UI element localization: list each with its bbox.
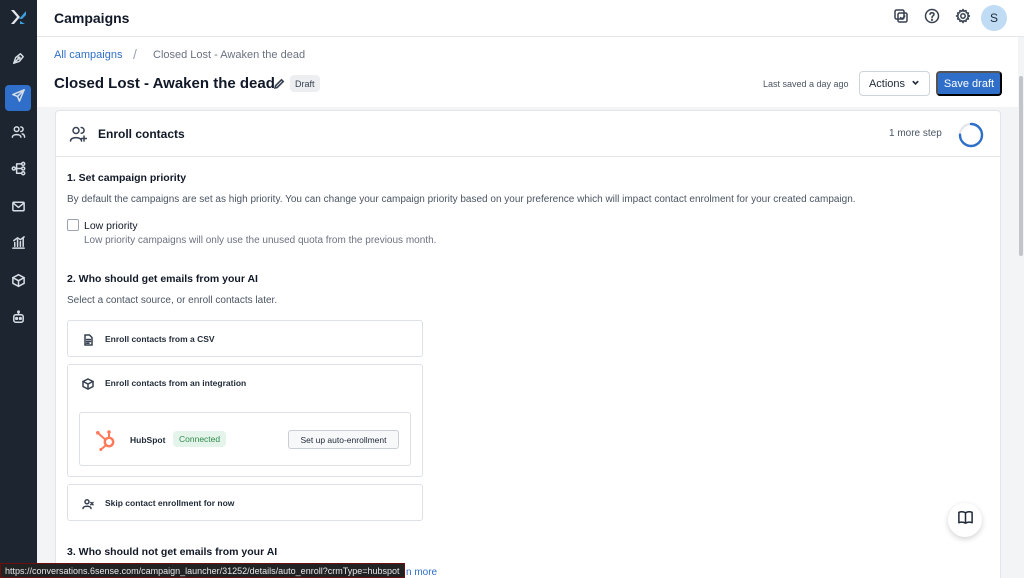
- card-header: Enroll contacts 1 more step: [56, 111, 1000, 157]
- package-icon: [11, 273, 26, 293]
- chart-icon: [11, 235, 26, 255]
- user-plus-icon: [69, 125, 88, 143]
- hubspot-name: HubSpot: [130, 435, 166, 445]
- help-icon: [924, 8, 940, 29]
- actions-label: Actions: [868, 77, 906, 90]
- actions-dropdown[interactable]: Actions: [859, 71, 930, 96]
- section-recipients-title: 2. Who should get emails from your AI: [67, 273, 258, 285]
- top-header: Campaigns S: [37, 0, 1024, 37]
- option-enroll-csv-label: Enroll contacts from a CSV: [105, 334, 215, 344]
- logo[interactable]: [8, 7, 29, 28]
- hubspot-status-badge: Connected: [173, 431, 227, 447]
- breadcrumb-all-campaigns[interactable]: All campaigns: [54, 49, 122, 61]
- link-status-bar: https://conversations.6sense.com/campaig…: [0, 563, 405, 578]
- sidebar: [0, 0, 37, 578]
- workflow-icon: [11, 161, 26, 181]
- users-icon: [11, 124, 26, 144]
- save-draft-button[interactable]: Save draft: [936, 71, 1002, 96]
- hubspot-integration-row: HubSpot Connected Set up auto-enrollment: [79, 412, 411, 466]
- bot-icon: [11, 310, 26, 330]
- learn-more-link[interactable]: n more: [406, 567, 437, 578]
- setup-auto-enrollment-button[interactable]: Set up auto-enrollment: [288, 430, 399, 449]
- breadcrumb-separator: /: [133, 46, 137, 62]
- copy-button[interactable]: [891, 9, 910, 28]
- option-enroll-integration[interactable]: Enroll contacts from an integration HubS…: [67, 364, 423, 477]
- scrollbar-thumb[interactable]: [1019, 76, 1023, 256]
- hubspot-logo-icon: [94, 428, 118, 452]
- copy-icon: [893, 8, 909, 29]
- avatar[interactable]: S: [981, 5, 1007, 31]
- sidebar-item-content[interactable]: [5, 48, 31, 74]
- book-icon: [957, 509, 974, 531]
- csv-file-icon: [82, 333, 94, 346]
- low-priority-checkbox[interactable]: [67, 219, 79, 231]
- low-priority-help: Low priority campaigns will only use the…: [84, 235, 437, 246]
- paper-plane-icon: [11, 88, 26, 108]
- option-skip-enrollment-label: Skip contact enrollment for now: [105, 498, 235, 508]
- app-title: Campaigns: [54, 10, 130, 26]
- edit-title-button[interactable]: [273, 77, 285, 90]
- sidebar-item-ai-agents[interactable]: [5, 307, 31, 333]
- low-priority-label[interactable]: Low priority: [84, 220, 138, 232]
- page-header: All campaigns / Closed Lost - Awaken the…: [37, 37, 1018, 107]
- enroll-contacts-card: Enroll contacts 1 more step 1. Set campa…: [55, 110, 1001, 578]
- option-enroll-integration-label: Enroll contacts from an integration: [105, 378, 247, 388]
- mail-icon: [11, 199, 26, 219]
- help-button[interactable]: [922, 8, 941, 29]
- section-exclusions-title: 3. Who should not get emails from your A…: [67, 546, 278, 558]
- user-x-icon: [82, 497, 94, 510]
- sidebar-item-campaigns[interactable]: [5, 85, 31, 111]
- page-title: Closed Lost - Awaken the dead: [54, 75, 275, 92]
- sidebar-item-integrations[interactable]: [5, 270, 31, 296]
- pen-nib-icon: [11, 51, 26, 71]
- sidebar-item-inbox[interactable]: [5, 196, 31, 222]
- card-title: Enroll contacts: [98, 127, 185, 141]
- progress-ring: [958, 122, 984, 148]
- status-badge: Draft: [290, 75, 320, 92]
- option-skip-enrollment[interactable]: Skip contact enrollment for now: [67, 484, 423, 521]
- sidebar-item-contacts[interactable]: [5, 121, 31, 147]
- help-docs-button[interactable]: [948, 503, 982, 537]
- last-saved-text: Last saved a day ago: [763, 79, 849, 89]
- section-priority-title: 1. Set campaign priority: [67, 172, 187, 184]
- breadcrumb-current: Closed Lost - Awaken the dead: [153, 49, 306, 61]
- package-icon: [82, 377, 94, 390]
- section-recipients-text: Select a contact source, or enroll conta…: [67, 295, 278, 306]
- sidebar-item-analytics[interactable]: [5, 232, 31, 258]
- chevron-down-icon: [911, 78, 920, 90]
- steps-remaining: 1 more step: [889, 128, 942, 139]
- page-scrollbar[interactable]: [1018, 74, 1024, 578]
- gear-icon: [955, 8, 971, 29]
- option-enroll-csv[interactable]: Enroll contacts from a CSV: [67, 320, 423, 357]
- section-priority-text: By default the campaigns are set as high…: [67, 194, 856, 205]
- sidebar-item-workflows[interactable]: [5, 158, 31, 184]
- pencil-icon: [273, 77, 285, 94]
- settings-button[interactable]: [953, 8, 972, 29]
